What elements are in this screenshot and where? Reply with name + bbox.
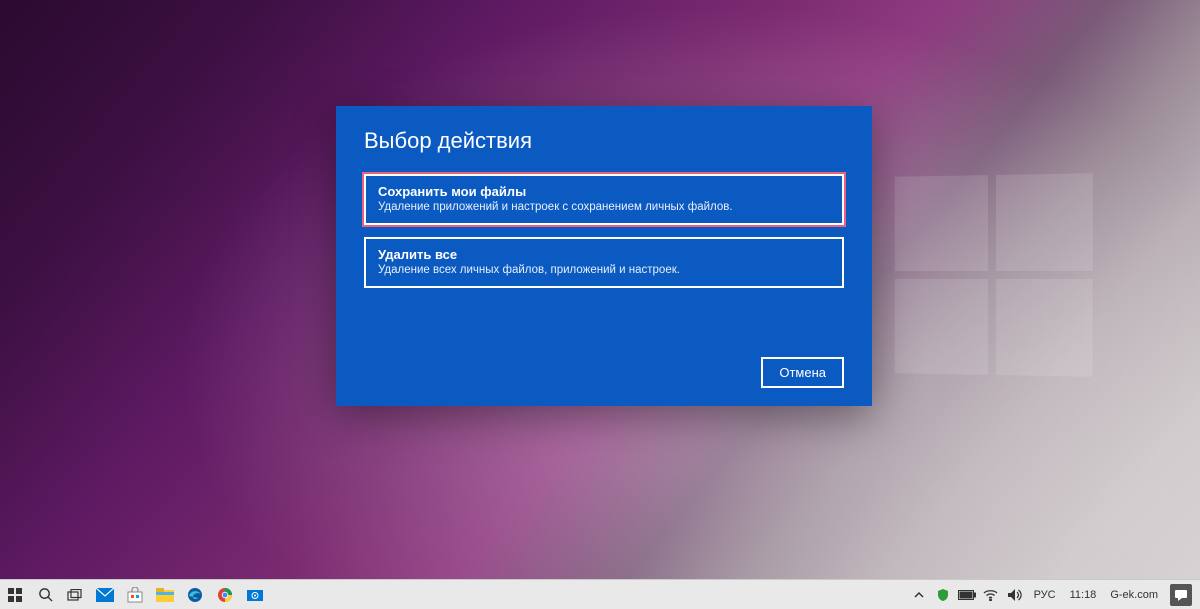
action-center-icon[interactable] [1168,580,1194,609]
volume-icon[interactable] [1006,580,1024,609]
start-button[interactable] [0,580,30,609]
edge-browser-icon[interactable] [180,580,210,609]
dialog-footer: Отмена [364,357,844,388]
wifi-icon[interactable] [982,580,1000,609]
option-keep-files-desc: Удаление приложений и настроек с сохране… [378,201,830,213]
cancel-button[interactable]: Отмена [761,357,844,388]
battery-icon[interactable] [958,580,976,609]
option-remove-everything-title: Удалить все [378,247,830,262]
chrome-browser-icon[interactable] [210,580,240,609]
taskbar-left [0,580,270,609]
settings-app-icon[interactable] [240,580,270,609]
taskbar-right: РУС 11:18 G-ek.com [910,580,1200,609]
security-icon[interactable] [934,580,952,609]
desktop-background: Выбор действия Сохранить мои файлы Удале… [0,0,1200,609]
option-keep-files-title: Сохранить мои файлы [378,184,830,199]
clock[interactable]: 11:18 [1066,589,1101,601]
option-keep-files[interactable]: Сохранить мои файлы Удаление приложений … [364,174,844,225]
windows-logo-watermark [895,173,1093,377]
mail-app-icon[interactable] [90,580,120,609]
watermark-text: G-ek.com [1106,589,1162,601]
store-app-icon[interactable] [120,580,150,609]
reset-pc-dialog: Выбор действия Сохранить мои файлы Удале… [336,106,872,406]
option-remove-everything[interactable]: Удалить все Удаление всех личных файлов,… [364,237,844,288]
tray-chevron-up-icon[interactable] [910,580,928,609]
task-view-icon[interactable] [60,580,90,609]
language-indicator[interactable]: РУС [1030,589,1060,601]
search-icon[interactable] [30,580,60,609]
file-explorer-icon[interactable] [150,580,180,609]
dialog-title: Выбор действия [364,128,844,154]
taskbar: РУС 11:18 G-ek.com [0,579,1200,609]
option-remove-everything-desc: Удаление всех личных файлов, приложений … [378,264,830,276]
